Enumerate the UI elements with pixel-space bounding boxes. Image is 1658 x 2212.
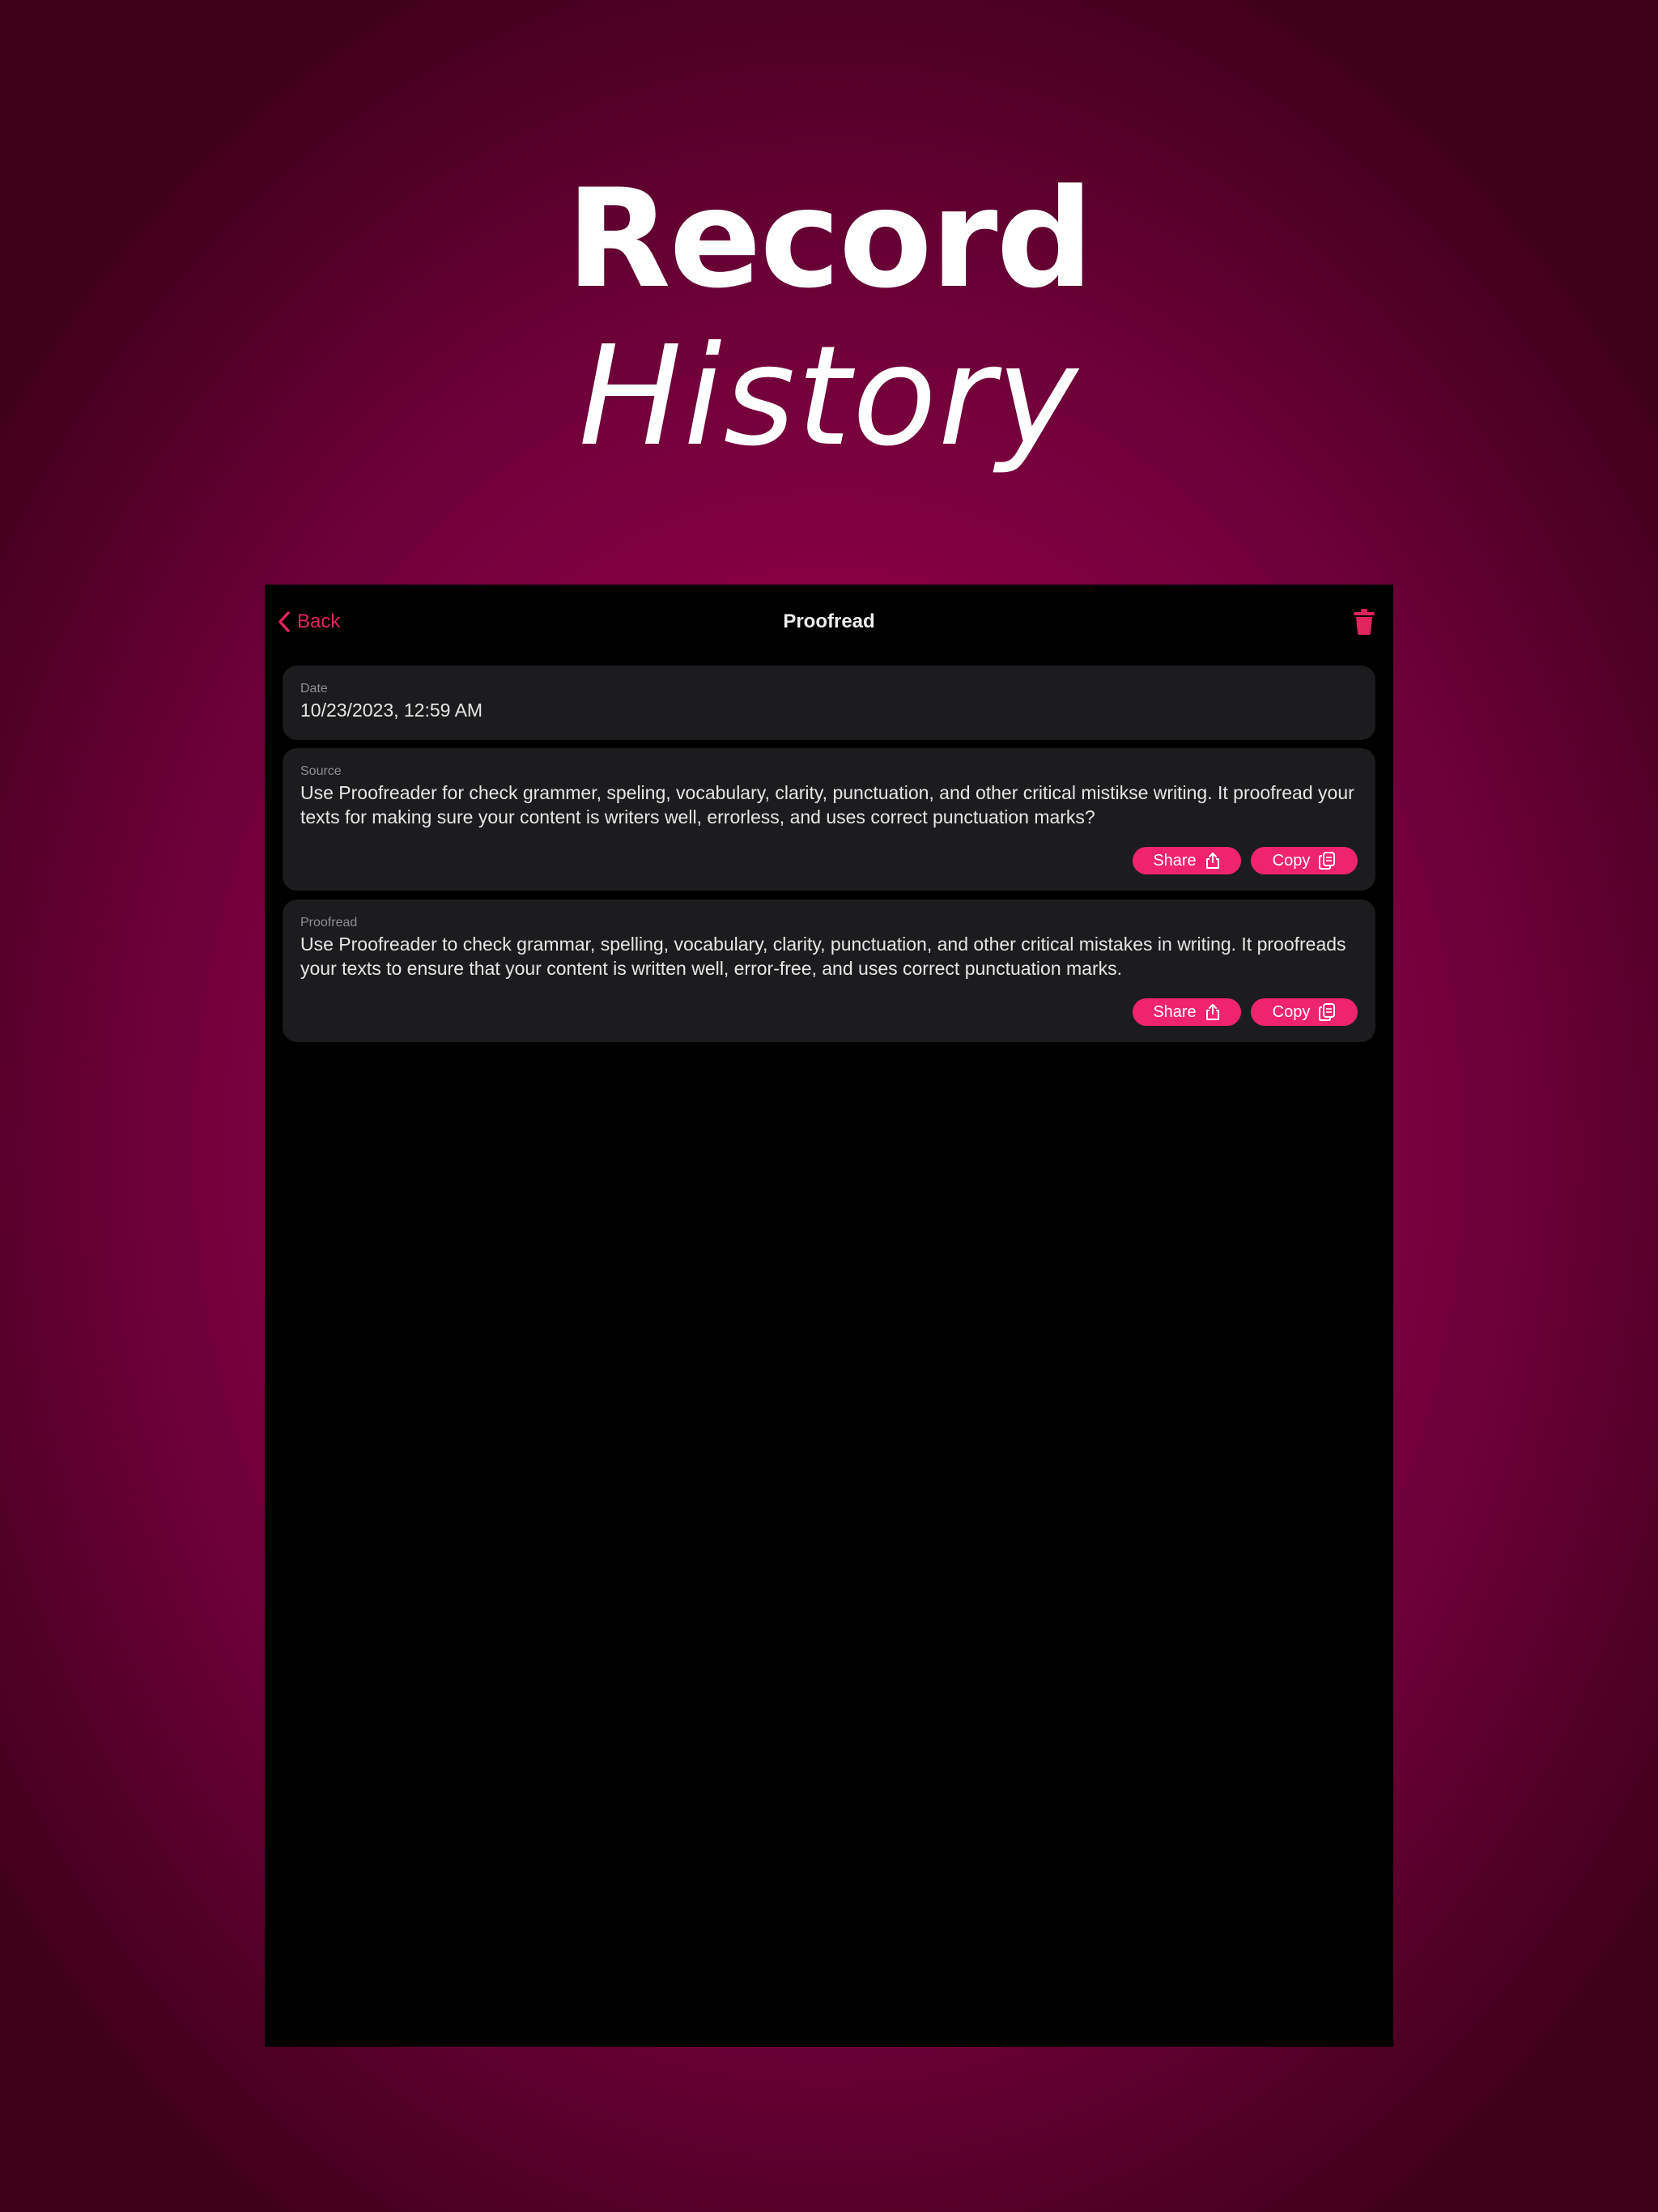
proofread-label: Proofread — [300, 916, 358, 929]
copy-icon — [1319, 1003, 1336, 1021]
copy-label: Copy — [1272, 851, 1311, 870]
proofread-card: Proofread Use Proofreader to check gramm… — [283, 900, 1375, 1042]
source-card: Source Use Proofreader for check grammer… — [283, 748, 1375, 891]
page-title: Proofread — [783, 610, 875, 632]
trash-icon — [1354, 609, 1375, 635]
source-label: Source — [300, 764, 342, 778]
proofread-copy-button[interactable]: Copy — [1251, 998, 1358, 1026]
date-card: Date 10/23/2023, 12:59 AM — [283, 666, 1375, 740]
proofread-text: Use Proofreader to check grammar, spelli… — [300, 934, 1346, 979]
source-copy-button[interactable]: Copy — [1251, 847, 1358, 874]
date-label: Date — [300, 682, 328, 696]
navigation-bar: Back Proofread — [265, 585, 1393, 657]
share-label: Share — [1153, 1002, 1197, 1021]
share-icon — [1205, 1004, 1219, 1020]
promo-headline: Record History — [0, 166, 1658, 482]
proofread-actions: Share Copy — [1133, 998, 1358, 1026]
source-text: Use Proofreader for check grammer, speli… — [300, 782, 1354, 827]
date-value: 10/23/2023, 12:59 AM — [300, 700, 483, 721]
share-icon — [1205, 853, 1219, 869]
device-screen: Back Proofread Date 10/23/2023, 12:59 AM… — [265, 585, 1393, 2047]
source-share-button[interactable]: Share — [1133, 847, 1241, 874]
proofread-share-button[interactable]: Share — [1133, 998, 1241, 1026]
copy-icon — [1319, 852, 1336, 870]
headline-history: History — [578, 317, 1080, 477]
headline-record: Record — [566, 160, 1093, 318]
share-label: Share — [1153, 851, 1197, 870]
source-actions: Share Copy — [1133, 847, 1358, 874]
copy-label: Copy — [1272, 1002, 1311, 1021]
delete-button[interactable] — [1348, 606, 1380, 638]
